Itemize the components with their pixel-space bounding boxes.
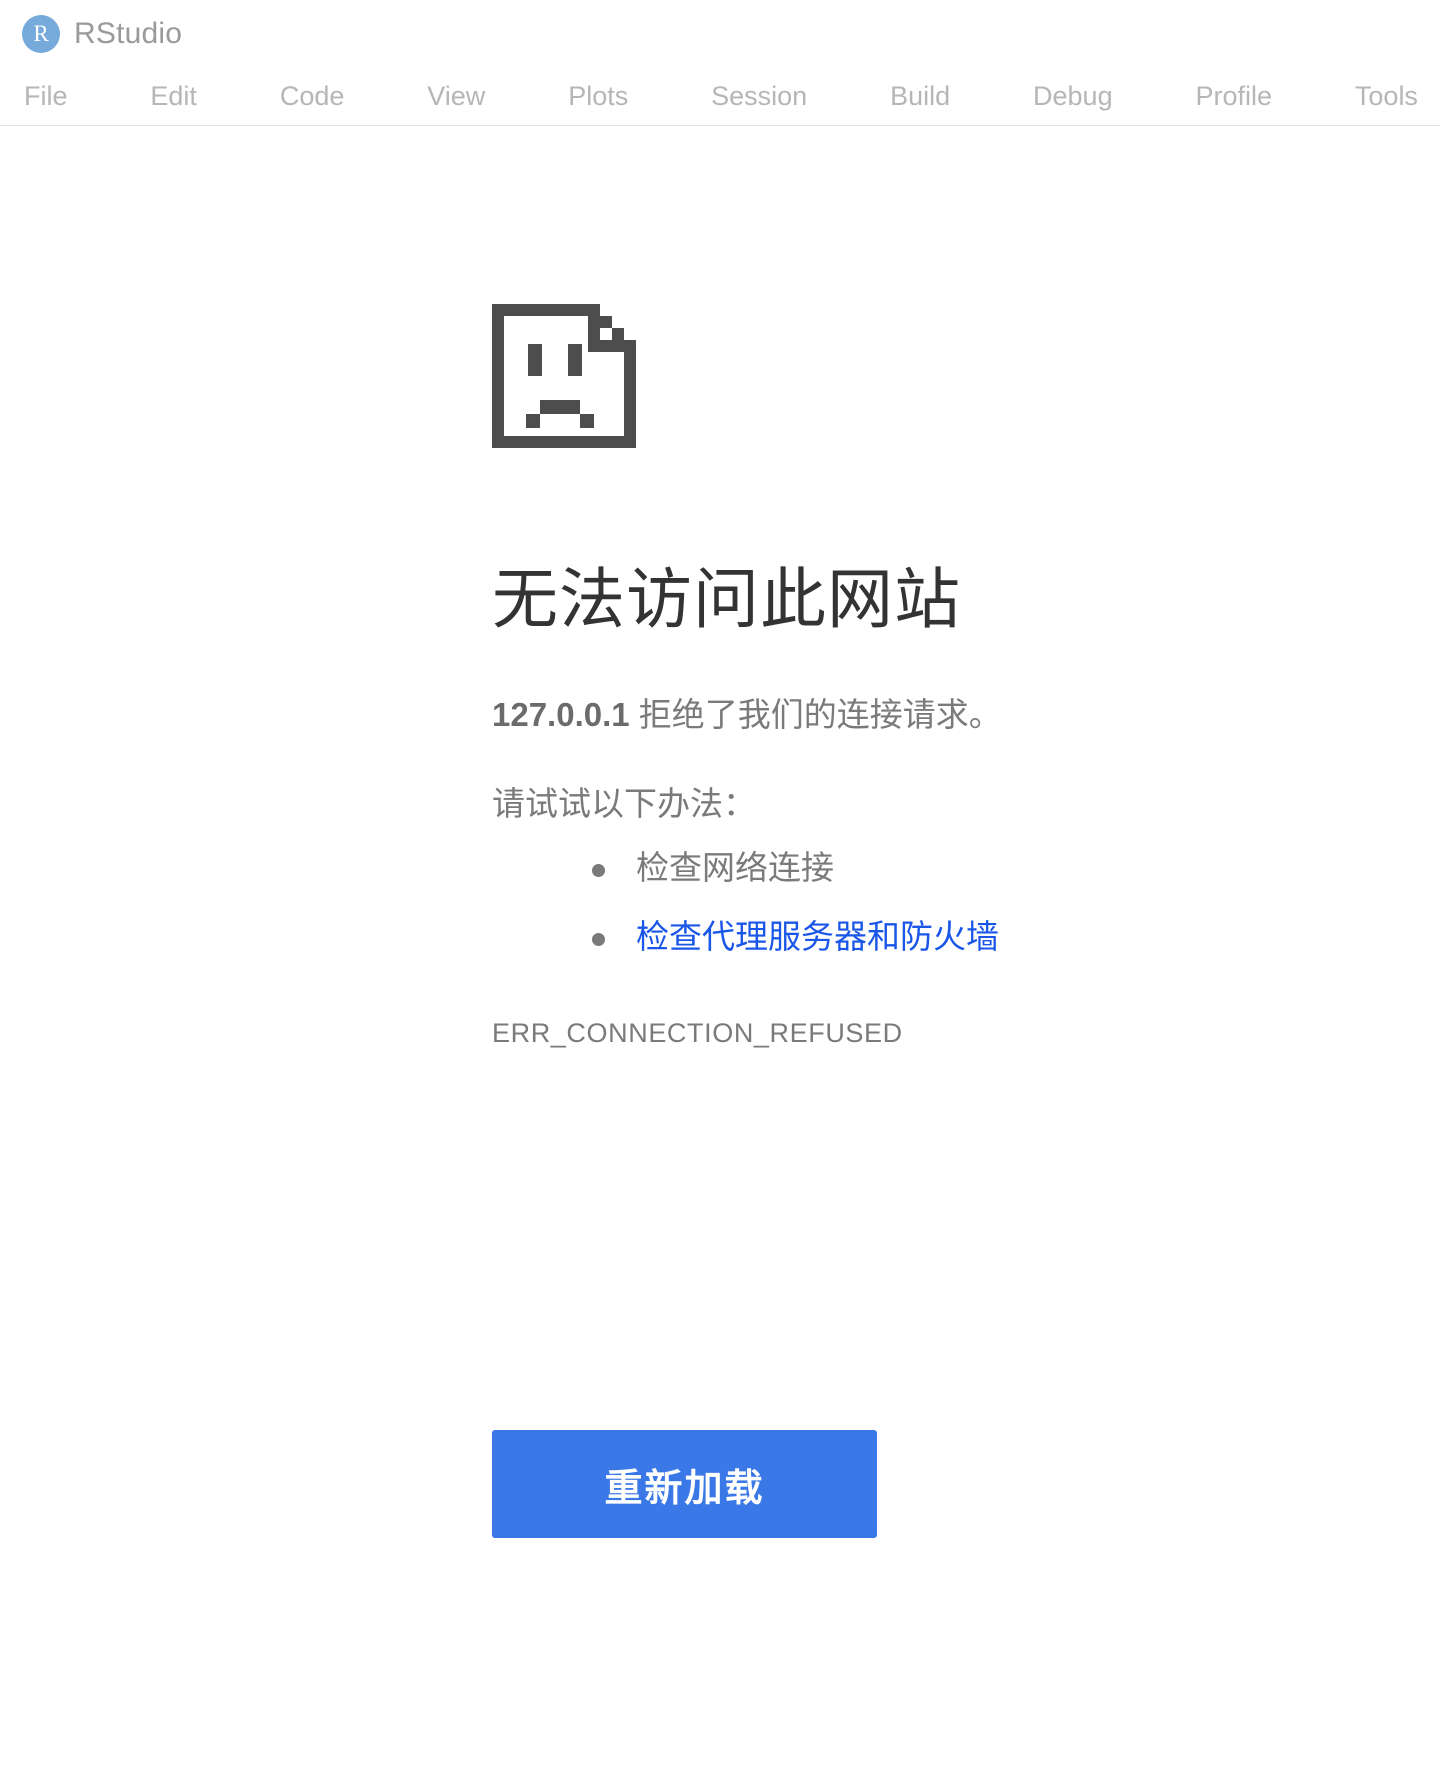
list-item[interactable]: 检查代理服务器和防火墙 [592,914,1292,960]
menu-item-plots[interactable]: Plots [568,79,628,114]
menu-item-tools[interactable]: Tools [1355,79,1418,114]
menu-item-debug[interactable]: Debug [1033,79,1113,114]
error-host: 127.0.0.1 [492,695,630,733]
suggestions-list: 检查网络连接 检查代理服务器和防火墙 [492,845,1292,960]
list-item: 检查网络连接 [592,845,1292,891]
menu-item-edit[interactable]: Edit [150,79,197,114]
suggestions-title: 请试试以下办法： [492,784,756,822]
suggestion-check-network: 检查网络连接 [636,848,834,886]
menu-item-profile[interactable]: Profile [1195,79,1272,114]
menu-bar: File Edit Code View Plots Session Build … [0,68,1440,126]
error-summary-rest: 拒绝了我们的连接请求。 [629,695,1002,733]
rstudio-logo-icon: R [22,15,60,53]
sad-page-icon [492,304,636,448]
menu-item-session[interactable]: Session [711,79,807,114]
menu-item-file[interactable]: File [24,79,68,114]
menu-item-code[interactable]: Code [280,79,345,114]
menu-item-view[interactable]: View [427,79,485,114]
app-title: RStudio [74,17,183,50]
rstudio-logo-letter: R [33,20,49,46]
rstudio-titlebar: R RStudio [0,0,1440,68]
error-summary: 127.0.0.1 拒绝了我们的连接请求。 [492,691,1292,739]
reload-button[interactable]: 重新加载 [492,1430,877,1538]
menu-item-build[interactable]: Build [890,79,950,114]
rstudio-window-chrome: R RStudio File Edit Code View Plots Sess… [0,0,1440,128]
page-title: 无法访问此网站 [492,562,961,636]
error-code: ERR_CONNECTION_REFUSED [492,1017,903,1048]
connection-error-page: 无法访问此网站 127.0.0.1 拒绝了我们的连接请求。 请试试以下办法： 检… [0,128,1440,1767]
error-content: 无法访问此网站 127.0.0.1 拒绝了我们的连接请求。 请试试以下办法： 检… [492,304,1292,1049]
suggestion-check-proxy-firewall-link[interactable]: 检查代理服务器和防火墙 [636,918,999,955]
